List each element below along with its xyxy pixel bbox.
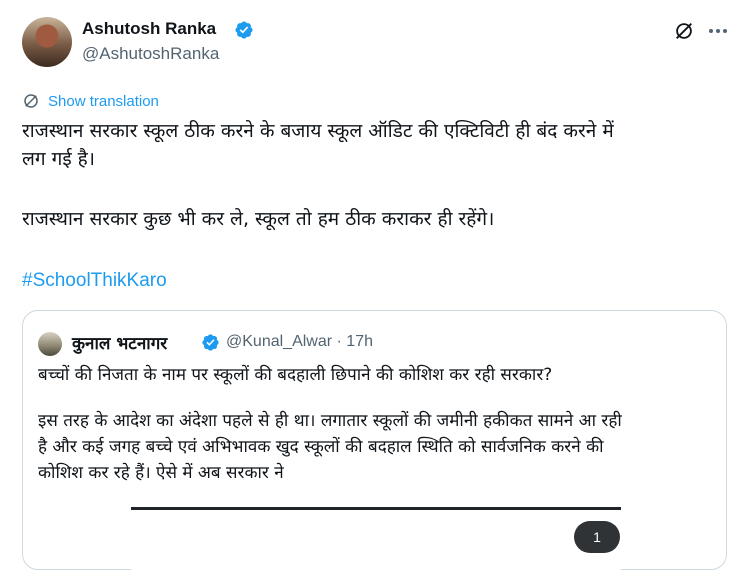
quoted-text-line-1: बच्चों की निजता के नाम पर स्कूलों की बदह… bbox=[38, 365, 553, 385]
author-handle[interactable]: @AshutoshRanka bbox=[82, 44, 219, 64]
translate-icon bbox=[24, 94, 38, 108]
grok-icon[interactable] bbox=[673, 20, 695, 42]
quoted-text-line-2: इस तरह के आदेश का अंदेशा पहले से ही था। … bbox=[38, 411, 622, 431]
quoted-author-display-name[interactable]: कुनाल भटनागर bbox=[72, 331, 167, 354]
show-translation-label[interactable]: Show translation bbox=[48, 93, 159, 110]
quoted-author-handle-time[interactable]: @Kunal_Alwar · 17h bbox=[226, 333, 373, 351]
verified-badge-icon bbox=[202, 334, 219, 351]
author-display-name[interactable]: Ashutosh Ranka bbox=[82, 19, 216, 39]
hashtag-link[interactable]: #SchoolThikKaro bbox=[22, 270, 167, 292]
quoted-text-line-4: कोशिश कर रहे हैं। ऐसे में अब सरकार ने bbox=[38, 463, 284, 483]
author-avatar[interactable] bbox=[22, 17, 72, 67]
more-icon[interactable] bbox=[708, 28, 728, 34]
media-count-badge: 1 bbox=[574, 521, 620, 553]
quoted-text-line-3: है और कई जगह बच्चे एवं अभिभावक खुद स्कूल… bbox=[38, 437, 604, 457]
tweet-text-line-1: राजस्थान सरकार स्कूल ठीक करने के बजाय स्… bbox=[22, 120, 614, 142]
tweet-text-line-2: लग गई है। bbox=[22, 148, 95, 170]
quoted-tweet-card[interactable]: कुनाल भटनागर @Kunal_Alwar · 17h बच्चों क… bbox=[22, 310, 727, 570]
tweet-text-line-3: राजस्थान सरकार कुछ भी कर ले, स्कूल तो हम… bbox=[22, 208, 495, 230]
quoted-media-preview[interactable] bbox=[131, 507, 621, 570]
show-translation-link[interactable]: Show translation bbox=[22, 92, 159, 110]
quoted-author-avatar[interactable] bbox=[38, 332, 62, 356]
verified-badge-icon bbox=[235, 21, 253, 39]
